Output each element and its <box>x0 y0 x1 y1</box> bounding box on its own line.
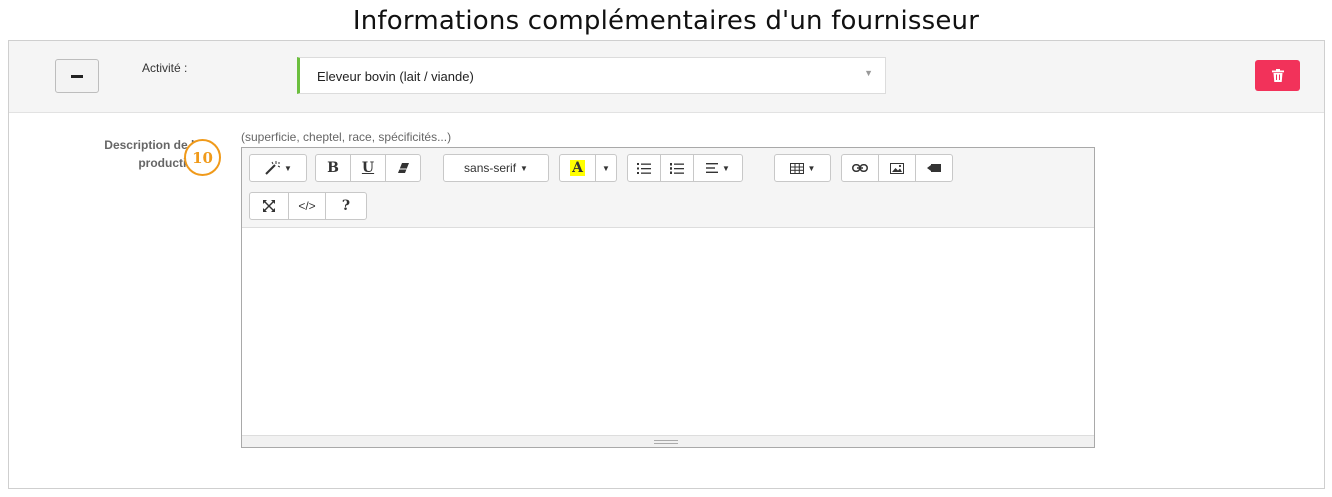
page-title: Informations complémentaires d'un fourni… <box>352 6 980 36</box>
chevron-down-icon: ▼ <box>284 163 292 173</box>
font-name-button[interactable]: sans-serif ▼ <box>443 154 549 182</box>
chevron-down-icon: ▼ <box>602 163 610 173</box>
activity-panel: Activité : Eleveur bovin (lait / viande)… <box>8 40 1325 489</box>
panel-header: Activité : Eleveur bovin (lait / viande)… <box>9 41 1324 113</box>
rich-text-editor: ▼ B U sans-serif ▼ A ▼ ▼ ▼ </> ? <box>241 147 1095 448</box>
fullscreen-icon <box>263 200 275 212</box>
unordered-list-icon <box>637 162 651 174</box>
grip-icon <box>654 440 678 444</box>
ordered-list-icon <box>670 162 684 174</box>
chevron-down-icon: ▼ <box>807 163 816 173</box>
editor-toolbar: ▼ B U sans-serif ▼ A ▼ ▼ ▼ </> ? <box>242 148 1094 228</box>
bold-button[interactable]: B <box>315 154 351 182</box>
description-label: Description de la production <box>59 136 201 172</box>
eraser-icon <box>397 163 409 173</box>
fullscreen-button[interactable] <box>249 192 289 220</box>
video-button[interactable] <box>915 154 953 182</box>
callout-number-badge: 10 <box>184 139 221 176</box>
ordered-list-button[interactable] <box>660 154 694 182</box>
picture-icon <box>890 162 904 174</box>
description-label-line2: production <box>138 156 201 170</box>
clear-format-button[interactable] <box>385 154 421 182</box>
chevron-down-icon: ▼ <box>520 163 528 173</box>
color-button[interactable]: A <box>559 154 596 182</box>
magic-style-icon <box>265 161 281 175</box>
align-icon <box>706 163 719 173</box>
video-icon <box>927 164 941 172</box>
underline-button[interactable]: U <box>350 154 386 182</box>
paragraph-align-button[interactable]: ▼ <box>693 154 743 182</box>
minus-icon <box>71 74 83 78</box>
chevron-down-icon: ▼ <box>722 163 730 173</box>
table-button[interactable]: ▼ <box>774 154 831 182</box>
description-hint: (superficie, cheptel, race, spécificités… <box>241 130 452 144</box>
activity-label: Activité : <box>142 61 188 75</box>
color-dropdown-button[interactable]: ▼ <box>595 154 617 182</box>
help-button[interactable]: ? <box>325 192 367 220</box>
editor-resize-handle[interactable] <box>242 435 1094 447</box>
picture-button[interactable] <box>878 154 916 182</box>
font-name-label: sans-serif <box>464 161 517 175</box>
description-label-line1: Description de la <box>104 138 201 152</box>
codeview-button[interactable]: </> <box>288 192 326 220</box>
activity-selected-value: Eleveur bovin (lait / viande) <box>317 69 474 84</box>
delete-button[interactable] <box>1255 60 1300 91</box>
select-caret-icon: ▼ <box>864 68 873 78</box>
link-icon <box>852 164 868 172</box>
link-button[interactable] <box>841 154 879 182</box>
trash-icon <box>1271 69 1284 82</box>
unordered-list-button[interactable] <box>627 154 661 182</box>
style-button[interactable]: ▼ <box>249 154 307 182</box>
editor-content-area[interactable] <box>242 228 1094 435</box>
collapse-button[interactable] <box>55 59 99 93</box>
color-letter: A <box>570 160 585 176</box>
table-icon <box>789 162 804 174</box>
activity-select[interactable]: Eleveur bovin (lait / viande) ▼ <box>297 57 886 94</box>
